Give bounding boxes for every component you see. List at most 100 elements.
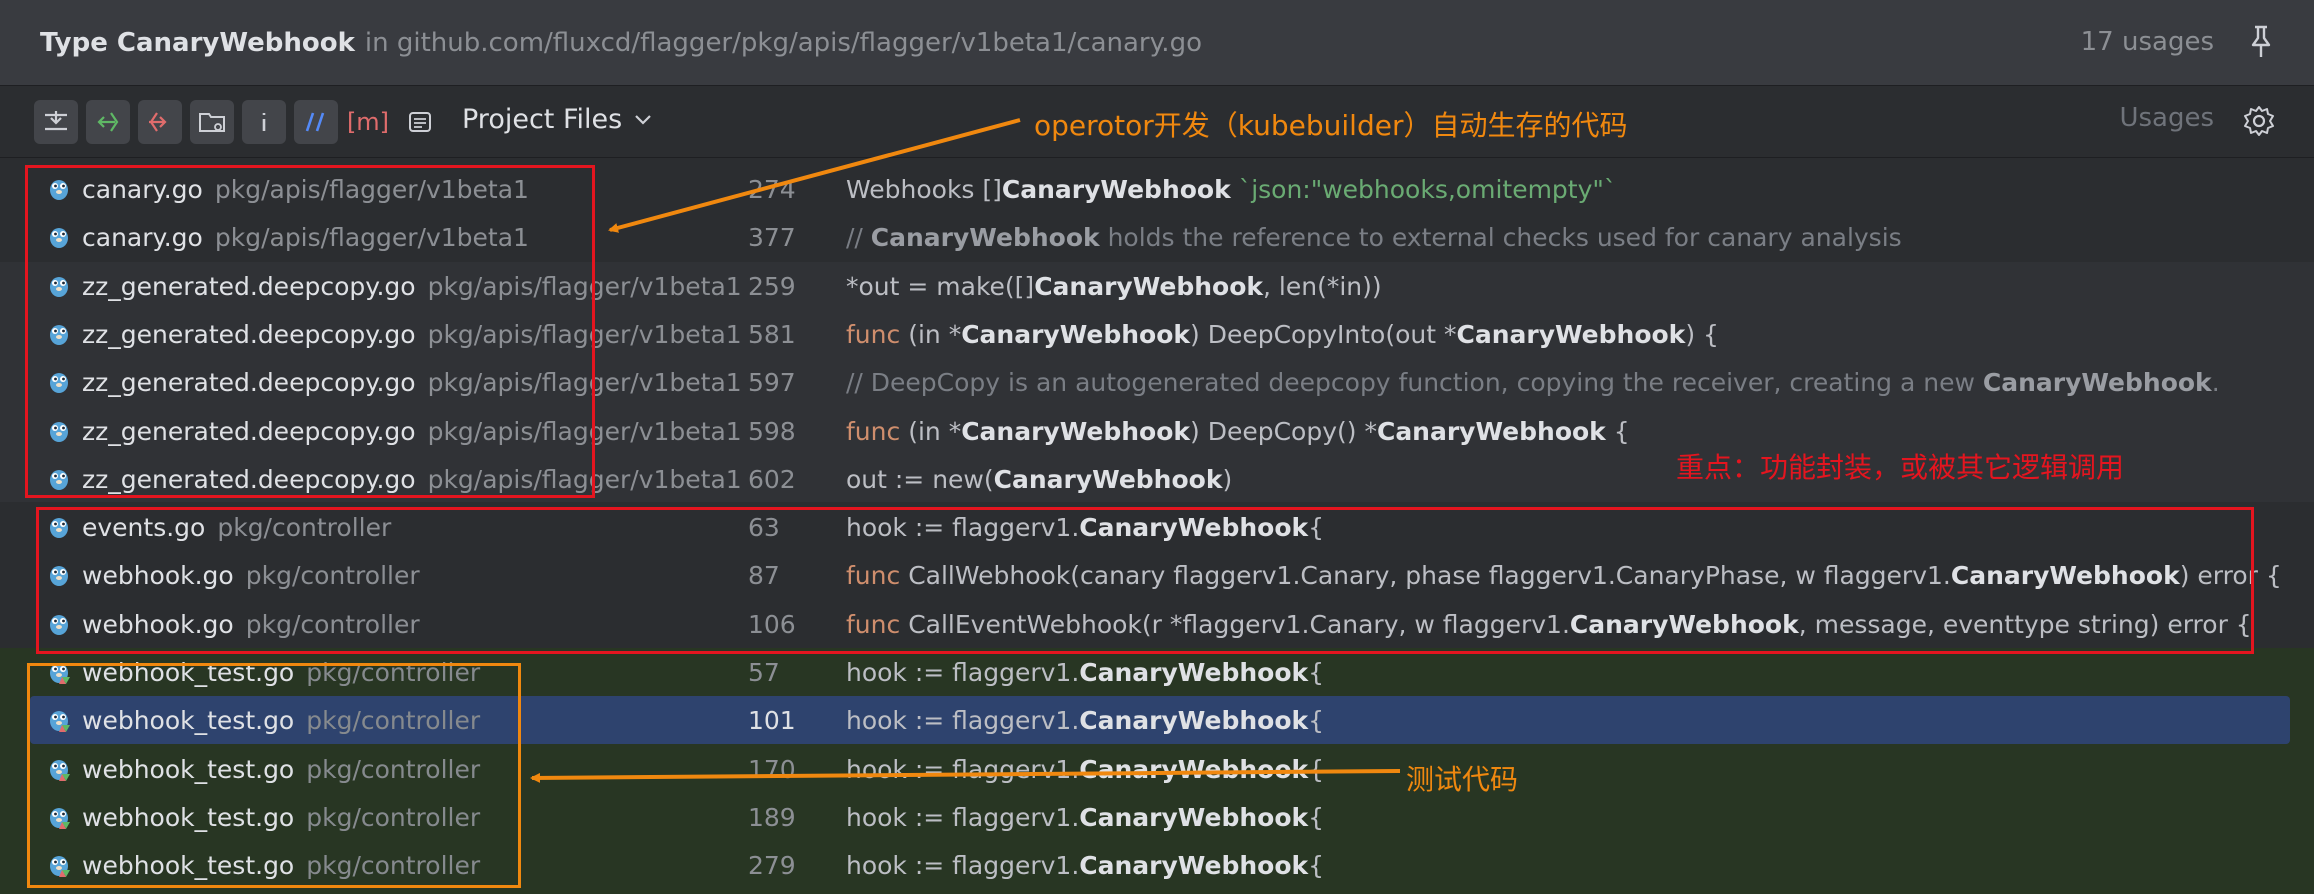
usage-line-number: 377 [748,223,796,253]
usage-file-path: pkg/controller [217,513,392,543]
read-access-icon [97,112,119,132]
usage-file-name: canary.go pkg/apis/flagger/v1beta1 [82,175,529,204]
usage-file-path: pkg/controller [245,561,420,591]
usage-code-snippet: hook := flaggerv1.CanaryWebhook{ [846,513,1325,543]
usage-row[interactable]: webhook_test.go pkg/controller 279 hook := … [0,841,2314,889]
usage-file-name: webhook.go pkg/controller [82,609,420,639]
go-test-file-icon [46,852,72,878]
usage-row[interactable]: webhook.go pkg/controller 106 func CallEven… [0,600,2314,648]
usage-code-snippet: func CallEventWebhook(r *flaggerv1.Canar… [846,609,2252,639]
usage-row[interactable]: webhook_test.go pkg/controller 170 hook := … [0,745,2314,793]
show-read-access-toggle[interactable] [86,100,130,144]
usage-code-snippet: *out = make([]CanaryWebhook, len(*in)) [846,271,1382,301]
usage-line-number: 106 [748,609,796,639]
usage-code-snippet: out := new(CanaryWebhook) [846,464,1233,494]
show-comments-toggle[interactable] [294,100,338,144]
usage-row[interactable]: zz_generated.deepcopy.go pkg/apis/flagger… [0,358,2314,406]
usage-file-path: pkg/controller [306,706,481,736]
usage-file-name: webhook_test.go pkg/controller [82,851,481,881]
usages-tab-label[interactable]: Usages [2119,103,2214,133]
usage-file-path: pkg/apis/flagger/v1beta1 [427,319,742,349]
usage-file-path: pkg/controller [306,802,481,832]
usage-code-snippet: hook := flaggerv1.CanaryWebhook{ [846,802,1325,832]
info-icon [262,113,266,131]
usage-file-name: webhook.go pkg/controller [82,561,420,591]
popup-header: Type CanaryWebhook in github.com/fluxcd/… [0,0,2314,86]
pin-icon[interactable] [2246,24,2276,60]
header-location: in github.com/fluxcd/flagger/pkg/apis/fl… [364,27,1202,58]
usage-file-name: webhook_test.go pkg/controller [82,754,481,784]
go-test-file-icon [46,659,72,685]
usage-line-number: 598 [748,416,796,446]
method-filter-label: [m] [346,108,390,136]
usage-file-name: webhook_test.go pkg/controller [82,706,481,736]
usage-file-name: webhook_test.go pkg/controller [82,802,481,832]
usage-row[interactable]: zz_generated.deepcopy.go pkg/apis/flagger… [0,310,2314,358]
usage-row[interactable]: webhook_test.go pkg/controller 57 hook := f… [0,648,2314,696]
scope-dropdown[interactable]: Project Files [462,104,652,135]
go-test-file-icon [46,707,72,733]
annotation-operator: operotor开发（kubebuilder）自动生存的代码 [1034,109,1628,142]
usage-code-snippet: hook := flaggerv1.CanaryWebhook{ [846,658,1325,687]
usage-code-snippet: hook := flaggerv1.CanaryWebhook{ [846,851,1325,881]
usage-line-number: 581 [748,319,796,349]
usage-line-number: 57 [748,658,780,687]
gear-icon[interactable] [2242,104,2276,138]
folder-icon [199,113,225,132]
method-filter-toggle[interactable]: [m] [346,100,390,144]
usage-row[interactable]: webhook.go pkg/controller 87 func CallWebho… [0,551,2314,599]
usage-row[interactable]: canary.go pkg/apis/flagger/v1beta1 274 Webh… [0,165,2314,213]
usage-line-number: 63 [748,513,780,543]
usage-line-number: 170 [748,754,796,784]
group-by-directory-toggle[interactable] [190,100,234,144]
usage-row[interactable]: webhook_test.go pkg/controller 189 hook := … [0,793,2314,841]
go-file-icon [46,369,72,395]
usage-line-number: 259 [748,271,796,301]
usage-file-path: pkg/apis/flagger/v1beta1 [427,464,742,494]
usage-line-number: 279 [748,851,796,881]
usage-line-number: 597 [748,368,796,398]
chevron-down-icon [635,114,651,125]
usage-row[interactable]: canary.go pkg/apis/flagger/v1beta1 377 // C… [0,213,2314,261]
usage-line-number: 274 [748,175,796,204]
usage-file-path: pkg/controller [306,754,481,784]
go-file-icon [46,418,72,444]
usage-file-name: zz_generated.deepcopy.go pkg/apis/flagger… [82,368,742,398]
comment-icon [305,112,325,132]
usage-file-path: pkg/apis/flagger/v1beta1 [427,416,742,446]
usage-row[interactable]: zz_generated.deepcopy.go pkg/apis/flagger… [0,262,2314,310]
usage-code-snippet: func (in *CanaryWebhook) DeepCopyInto(ou… [846,319,1719,349]
usage-line-number: 101 [748,706,796,736]
usage-file-name: zz_generated.deepcopy.go pkg/apis/flagger… [82,271,742,301]
usage-code-snippet: hook := flaggerv1.CanaryWebhook{ [846,754,1325,784]
go-file-icon [46,466,72,492]
go-test-file-icon [46,804,72,830]
usage-row[interactable]: events.go pkg/controller 63 hook := flagger… [0,503,2314,551]
go-file-icon [46,562,72,588]
usage-row[interactable]: webhook_test.go pkg/controller 101 hook := … [30,696,2290,745]
header-title: Type CanaryWebhook [40,27,355,58]
show-write-access-toggle[interactable] [138,100,182,144]
usage-file-path: pkg/apis/flagger/v1beta1 [214,175,529,204]
show-info-toggle[interactable] [242,100,286,144]
usage-file-name: zz_generated.deepcopy.go pkg/apis/flagger… [82,464,742,494]
usage-code-snippet: func CallWebhook(canary flaggerv1.Canary… [846,561,2282,591]
merge-lines-toggle[interactable] [34,100,78,144]
usage-code-snippet: // DeepCopy is an autogenerated deepcopy… [846,368,2220,398]
go-test-file-icon [46,756,72,782]
go-file-icon [46,611,72,637]
annotation-tests: 测试代码 [1406,763,1519,796]
scope-label: Project Files [462,104,623,135]
preview-toggle[interactable] [398,100,442,144]
usage-line-number: 87 [748,561,780,591]
usage-file-path: pkg/apis/flagger/v1beta1 [214,223,529,253]
usage-file-path: pkg/apis/flagger/v1beta1 [427,368,742,398]
merge-lines-icon [45,111,67,131]
usage-file-name: zz_generated.deepcopy.go pkg/apis/flagger… [82,319,742,349]
usage-file-name: events.go pkg/controller [82,513,392,543]
go-file-icon [46,273,72,299]
go-file-icon [46,514,72,540]
go-file-icon [46,176,72,202]
usage-file-name: zz_generated.deepcopy.go pkg/apis/flagger… [82,416,742,446]
usage-file-path: pkg/apis/flagger/v1beta1 [427,271,742,301]
